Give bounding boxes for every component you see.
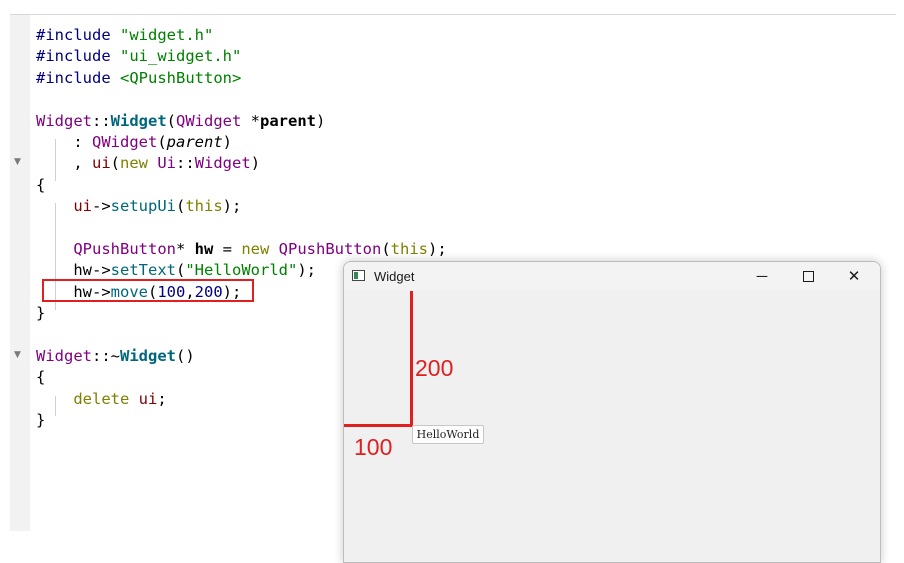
code-token: = (213, 239, 242, 258)
minimize-icon: ─ (756, 267, 768, 285)
code-token: { (36, 175, 46, 194)
code-token: , (36, 154, 92, 173)
x-offset-label: 100 (354, 434, 393, 460)
widget-app-icon (352, 270, 365, 281)
window-title: Widget (374, 269, 415, 284)
code-token: new (120, 154, 158, 173)
widget-window[interactable]: Widget ─ ✕ 200 100 HelloWorld (343, 261, 881, 563)
code-token: :: (176, 154, 195, 173)
code-token: QPushButton (73, 239, 176, 258)
code-token: #include (36, 26, 120, 44)
code-token: () (176, 346, 195, 365)
code-token: parent (260, 111, 317, 130)
code-token: ui (138, 389, 158, 408)
code-token: ; (157, 389, 167, 408)
code-line[interactable]: QPushButton* hw = new QPushButton(this); (36, 239, 447, 260)
code-token: ( (157, 132, 167, 151)
minimize-button[interactable]: ─ (739, 262, 785, 290)
code-line[interactable]: , ui(new Ui::Widget) (36, 153, 447, 174)
code-token: ) (316, 111, 326, 130)
code-token: "HelloWorld" (185, 261, 298, 280)
editor-gutter: ▼ ▼ (10, 15, 30, 531)
code-token: : (36, 132, 92, 151)
y-offset-line (410, 291, 413, 427)
code-token: #include (36, 68, 120, 87)
code-token: ( (166, 111, 177, 130)
code-token: Widget (194, 154, 251, 173)
code-token: ::~ (92, 346, 120, 365)
window-client-area: 200 100 HelloWorld (344, 291, 880, 562)
code-token: setText (110, 261, 176, 280)
code-token: -> (92, 197, 111, 216)
code-token: * (175, 239, 195, 258)
code-token: QPushButton (278, 239, 382, 258)
move-call-highlight (42, 279, 254, 302)
code-line[interactable]: ui->setupUi(this); (36, 196, 447, 217)
code-token: parent (166, 132, 223, 151)
code-line[interactable]: Widget::Widget(QWidget *parent) (36, 111, 447, 132)
code-token: new (241, 239, 279, 258)
code-token: :: (92, 111, 111, 130)
code-token: ); (297, 261, 316, 280)
window-titlebar[interactable]: Widget ─ ✕ (344, 262, 880, 290)
code-token: ui (73, 197, 92, 216)
code-token: Ui (157, 154, 177, 173)
code-token: #include (36, 47, 120, 66)
code-token: Widget (110, 111, 167, 130)
code-line[interactable]: : QWidget(parent) (36, 132, 447, 153)
helloworld-button[interactable]: HelloWorld (412, 425, 484, 444)
code-line[interactable]: #include <QPushButton> (36, 68, 447, 89)
code-token: ( (175, 261, 186, 280)
fold-arrow-icon[interactable]: ▼ (14, 350, 21, 360)
code-line[interactable] (36, 89, 447, 110)
code-token: } (36, 304, 46, 323)
code-token: ) (222, 132, 233, 151)
code-token: Widget (36, 346, 92, 365)
code-line[interactable]: #include "ui_widget.h" (36, 46, 447, 67)
code-token: setupUi (110, 197, 176, 216)
close-button[interactable]: ✕ (831, 262, 877, 290)
y-offset-label: 200 (415, 355, 454, 381)
code-token: ( (381, 239, 391, 258)
code-token: delete (73, 389, 139, 408)
code-token: "widget.h" (120, 26, 214, 44)
code-token: ); (222, 197, 242, 216)
code-line[interactable]: { (36, 175, 447, 196)
code-line[interactable]: #include "widget.h" (36, 25, 447, 46)
code-token: this (390, 239, 428, 258)
close-icon: ✕ (847, 268, 861, 285)
code-token: QWidget (176, 111, 242, 130)
code-token: ( (176, 197, 186, 216)
code-token: hw (194, 239, 214, 258)
code-token: hw-> (36, 261, 111, 280)
code-token: QWidget (92, 132, 158, 151)
code-line[interactable] (36, 218, 447, 239)
code-token: ( (110, 154, 121, 173)
maximize-icon (802, 270, 814, 282)
code-token: <QPushButton> (120, 68, 242, 87)
maximize-button[interactable] (785, 262, 831, 290)
code-token: } (36, 411, 46, 430)
code-token: Widget (36, 111, 92, 130)
fold-arrow-icon[interactable]: ▼ (14, 157, 21, 167)
code-token: ); (427, 239, 447, 258)
code-token: ) (250, 154, 261, 173)
code-token: * (241, 111, 261, 130)
code-token: ui (92, 154, 111, 173)
code-token: { (36, 368, 46, 387)
x-offset-line (344, 424, 413, 427)
code-token: this (185, 197, 223, 216)
code-token: Widget (120, 346, 176, 365)
code-token: "ui_widget.h" (120, 47, 242, 66)
